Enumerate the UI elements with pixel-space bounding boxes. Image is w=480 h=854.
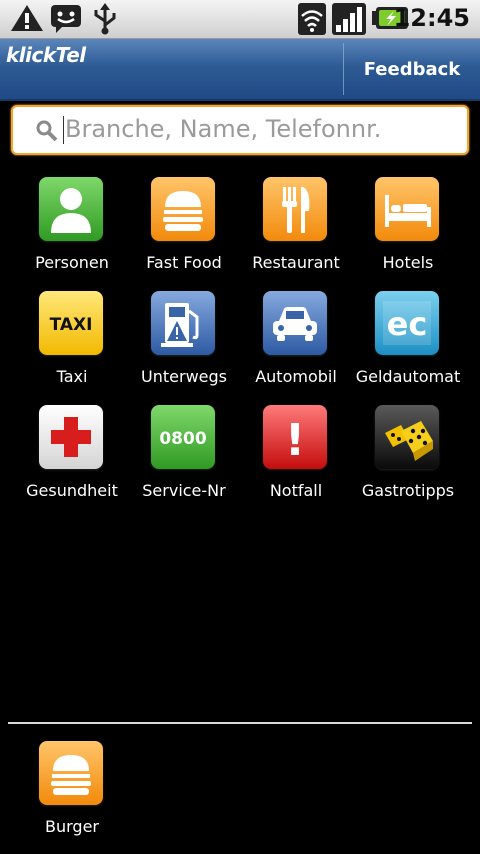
recent-label: Burger [45, 817, 99, 836]
gas-station-icon [151, 291, 215, 355]
category-label: Fast Food [146, 253, 222, 272]
taxi-sign-icon: TAXI [39, 291, 103, 355]
category-label: Restaurant [252, 253, 340, 272]
warning-icon [11, 5, 43, 31]
signal-icon [332, 3, 366, 35]
status-bar: 12:45 [0, 0, 480, 39]
app-logo: klickTel [6, 43, 86, 67]
svg-text:ec: ec [387, 305, 428, 343]
category-hotels[interactable]: Hotels [352, 177, 464, 287]
category-geldautomat[interactable]: ec Geldautomat [352, 291, 464, 401]
svg-text:TAXI: TAXI [50, 315, 93, 335]
clock: 12:45 [393, 4, 470, 32]
category-personen[interactable]: Personen [16, 177, 128, 287]
car-icon [263, 291, 327, 355]
burger-icon [151, 177, 215, 241]
category-automobil[interactable]: Automobil [240, 291, 352, 401]
svg-text:!: ! [285, 415, 305, 466]
search-icon [36, 120, 58, 142]
category-label: Gesundheit [26, 481, 118, 500]
recent-item-burger[interactable]: Burger [16, 741, 128, 851]
category-label: Personen [35, 253, 109, 272]
category-service-nr[interactable]: 0800 Service-Nr [128, 405, 240, 515]
category-label: Geldautomat [355, 367, 461, 386]
category-fast-food[interactable]: Fast Food [128, 177, 240, 287]
service-number-icon: 0800 [151, 405, 215, 469]
usb-icon [94, 3, 116, 35]
fork-knife-icon [263, 177, 327, 241]
category-notfall[interactable]: ! Notfall [240, 405, 352, 515]
section-divider [8, 722, 472, 724]
category-label: Hotels [382, 253, 434, 272]
wifi-icon [298, 3, 326, 35]
category-gastrotipps[interactable]: Gastrotipps [352, 405, 464, 515]
search-input[interactable]: Branche, Name, Telefonnr. [11, 105, 469, 155]
text-caret [63, 116, 64, 144]
bed-icon [375, 177, 439, 241]
burger-icon [39, 741, 103, 805]
category-label: Unterwegs [141, 367, 227, 386]
category-taxi[interactable]: TAXI Taxi [16, 291, 128, 401]
category-label: Automobil [255, 367, 337, 386]
ec-icon: ec [375, 291, 439, 355]
person-icon [39, 177, 103, 241]
message-icon [51, 5, 81, 33]
exclamation-icon: ! [263, 405, 327, 469]
svg-text:0800: 0800 [159, 429, 206, 449]
search-placeholder: Branche, Name, Telefonnr. [65, 115, 382, 143]
category-label: Notfall [269, 481, 323, 500]
category-gesundheit[interactable]: Gesundheit [16, 405, 128, 515]
dice-icon [375, 405, 439, 469]
category-unterwegs[interactable]: Unterwegs [128, 291, 240, 401]
app-header: klickTel Feedback [0, 39, 480, 101]
red-cross-icon [39, 405, 103, 469]
feedback-button[interactable]: Feedback [344, 39, 480, 99]
category-label: Gastrotipps [361, 481, 455, 500]
category-label: Service-Nr [142, 481, 226, 500]
category-label: Taxi [56, 367, 88, 386]
category-restaurant[interactable]: Restaurant [240, 177, 352, 287]
